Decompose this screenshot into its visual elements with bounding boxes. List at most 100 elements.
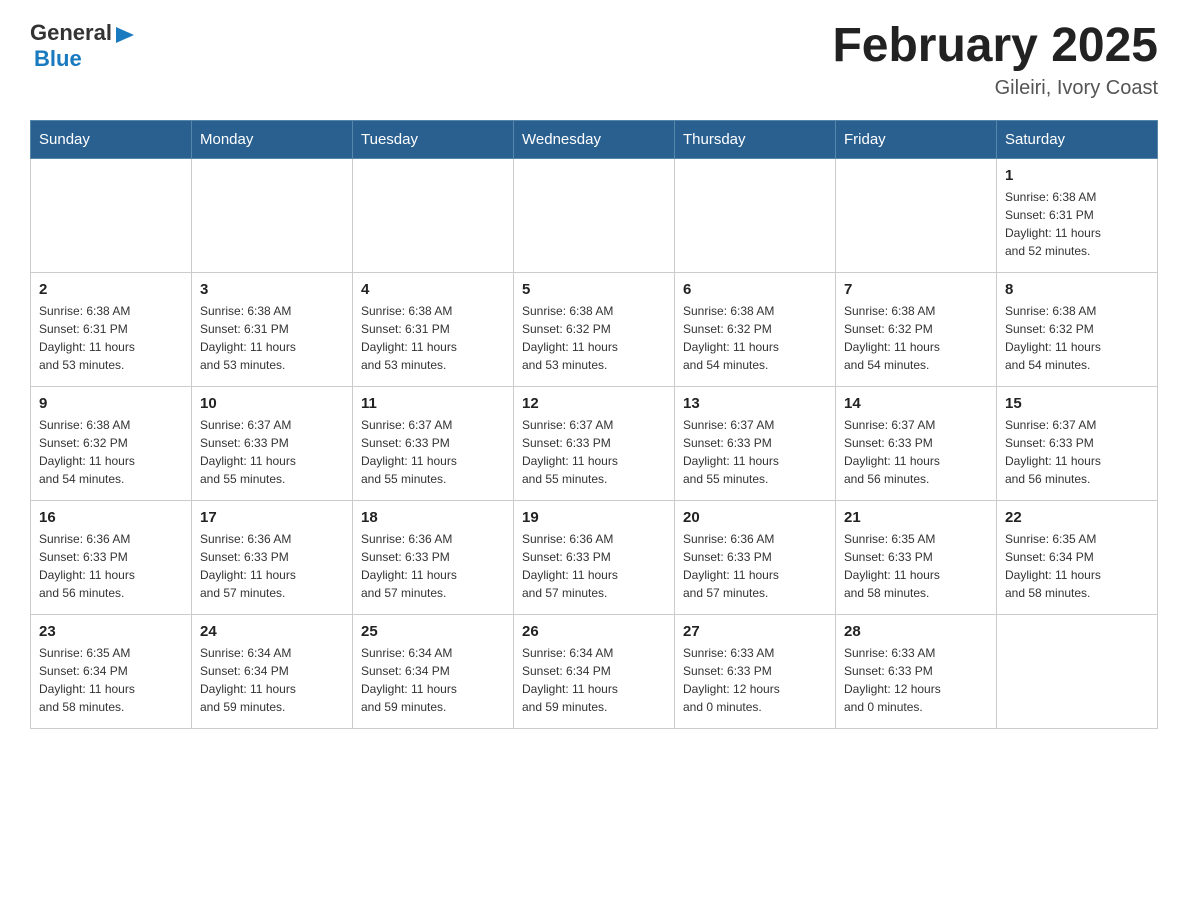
- calendar-day-cell: 2 Sunrise: 6:38 AM Sunset: 6:31 PM Daylig…: [31, 272, 192, 386]
- day-info: Sunrise: 6:33 AM Sunset: 6:33 PM Dayligh…: [683, 644, 827, 716]
- calendar-day-cell: [675, 158, 836, 272]
- day-number: 21: [844, 509, 988, 526]
- calendar-day-cell: 7Sunrise: 6:38 AM Sunset: 6:32 PM Daylig…: [836, 272, 997, 386]
- calendar-day-cell: [353, 158, 514, 272]
- calendar-day-cell: [31, 158, 192, 272]
- calendar-day-cell: [514, 158, 675, 272]
- day-number: 8: [1005, 281, 1149, 298]
- logo-general-text: General: [30, 20, 112, 46]
- day-number: 22: [1005, 509, 1149, 526]
- calendar-day-cell: 12 Sunrise: 6:37 AM Sunset: 6:33 PM Dayli…: [514, 386, 675, 500]
- calendar-day-cell: [997, 614, 1158, 728]
- day-info: Sunrise: 6:37 AM Sunset: 6:33 PM Dayligh…: [361, 416, 505, 488]
- day-number: 11: [361, 395, 505, 412]
- calendar-day-cell: 11 Sunrise: 6:37 AM Sunset: 6:33 PM Dayli…: [353, 386, 514, 500]
- day-number: 23: [39, 623, 183, 640]
- calendar-day-cell: 24Sunrise: 6:34 AM Sunset: 6:34 PM Dayli…: [192, 614, 353, 728]
- day-info: Sunrise: 6:33 AM Sunset: 6:33 PM Dayligh…: [844, 644, 988, 716]
- day-info: Sunrise: 6:37 AM Sunset: 6:33 PM Dayligh…: [200, 416, 344, 488]
- calendar-day-cell: 28 Sunrise: 6:33 AM Sunset: 6:33 PM Dayli…: [836, 614, 997, 728]
- day-number: 12: [522, 395, 666, 412]
- day-info: Sunrise: 6:38 AM Sunset: 6:31 PM Dayligh…: [39, 302, 183, 374]
- day-info: Sunrise: 6:38 AM Sunset: 6:32 PM Dayligh…: [1005, 302, 1149, 374]
- day-of-week-header: Wednesday: [514, 120, 675, 158]
- calendar-day-cell: 23 Sunrise: 6:35 AM Sunset: 6:34 PM Dayli…: [31, 614, 192, 728]
- calendar-week-row: 9 Sunrise: 6:38 AM Sunset: 6:32 PM Daylig…: [31, 386, 1158, 500]
- calendar-day-cell: 15 Sunrise: 6:37 AM Sunset: 6:33 PM Dayli…: [997, 386, 1158, 500]
- month-title: February 2025: [832, 20, 1158, 73]
- day-info: Sunrise: 6:34 AM Sunset: 6:34 PM Dayligh…: [361, 644, 505, 716]
- day-info: Sunrise: 6:35 AM Sunset: 6:34 PM Dayligh…: [1005, 530, 1149, 602]
- day-info: Sunrise: 6:37 AM Sunset: 6:33 PM Dayligh…: [683, 416, 827, 488]
- day-info: Sunrise: 6:36 AM Sunset: 6:33 PM Dayligh…: [361, 530, 505, 602]
- day-of-week-header: Tuesday: [353, 120, 514, 158]
- day-info: Sunrise: 6:35 AM Sunset: 6:34 PM Dayligh…: [39, 644, 183, 716]
- calendar-table: SundayMondayTuesdayWednesdayThursdayFrid…: [30, 120, 1158, 729]
- day-number: 5: [522, 281, 666, 298]
- day-number: 13: [683, 395, 827, 412]
- day-info: Sunrise: 6:36 AM Sunset: 6:33 PM Dayligh…: [522, 530, 666, 602]
- calendar-day-cell: 22 Sunrise: 6:35 AM Sunset: 6:34 PM Dayli…: [997, 500, 1158, 614]
- day-info: Sunrise: 6:38 AM Sunset: 6:32 PM Dayligh…: [683, 302, 827, 374]
- day-number: 2: [39, 281, 183, 298]
- day-info: Sunrise: 6:37 AM Sunset: 6:33 PM Dayligh…: [1005, 416, 1149, 488]
- calendar-day-cell: [192, 158, 353, 272]
- title-block: February 2025 Gileiri, Ivory Coast: [832, 20, 1158, 100]
- day-number: 16: [39, 509, 183, 526]
- day-number: 19: [522, 509, 666, 526]
- day-info: Sunrise: 6:36 AM Sunset: 6:33 PM Dayligh…: [39, 530, 183, 602]
- calendar-day-cell: 21Sunrise: 6:35 AM Sunset: 6:33 PM Dayli…: [836, 500, 997, 614]
- day-info: Sunrise: 6:38 AM Sunset: 6:32 PM Dayligh…: [39, 416, 183, 488]
- day-info: Sunrise: 6:38 AM Sunset: 6:32 PM Dayligh…: [522, 302, 666, 374]
- calendar-day-cell: 4 Sunrise: 6:38 AM Sunset: 6:31 PM Daylig…: [353, 272, 514, 386]
- day-number: 20: [683, 509, 827, 526]
- calendar-week-row: 2 Sunrise: 6:38 AM Sunset: 6:31 PM Daylig…: [31, 272, 1158, 386]
- calendar-week-row: 1 Sunrise: 6:38 AM Sunset: 6:31 PM Daylig…: [31, 158, 1158, 272]
- day-number: 10: [200, 395, 344, 412]
- day-number: 18: [361, 509, 505, 526]
- calendar-header-row: SundayMondayTuesdayWednesdayThursdayFrid…: [31, 120, 1158, 158]
- calendar-day-cell: 10 Sunrise: 6:37 AM Sunset: 6:33 PM Dayli…: [192, 386, 353, 500]
- calendar-day-cell: 17 Sunrise: 6:36 AM Sunset: 6:33 PM Dayli…: [192, 500, 353, 614]
- day-info: Sunrise: 6:38 AM Sunset: 6:31 PM Dayligh…: [361, 302, 505, 374]
- page-header: General Blue February 2025 Gileiri, Ivor…: [30, 20, 1158, 100]
- day-info: Sunrise: 6:34 AM Sunset: 6:34 PM Dayligh…: [200, 644, 344, 716]
- day-number: 9: [39, 395, 183, 412]
- day-info: Sunrise: 6:37 AM Sunset: 6:33 PM Dayligh…: [844, 416, 988, 488]
- day-of-week-header: Friday: [836, 120, 997, 158]
- day-number: 25: [361, 623, 505, 640]
- day-of-week-header: Thursday: [675, 120, 836, 158]
- calendar-day-cell: 14 Sunrise: 6:37 AM Sunset: 6:33 PM Dayli…: [836, 386, 997, 500]
- calendar-day-cell: 9 Sunrise: 6:38 AM Sunset: 6:32 PM Daylig…: [31, 386, 192, 500]
- day-of-week-header: Sunday: [31, 120, 192, 158]
- calendar-week-row: 23 Sunrise: 6:35 AM Sunset: 6:34 PM Dayli…: [31, 614, 1158, 728]
- calendar-day-cell: 19 Sunrise: 6:36 AM Sunset: 6:33 PM Dayli…: [514, 500, 675, 614]
- calendar-day-cell: 13 Sunrise: 6:37 AM Sunset: 6:33 PM Dayli…: [675, 386, 836, 500]
- calendar-day-cell: 5 Sunrise: 6:38 AM Sunset: 6:32 PM Daylig…: [514, 272, 675, 386]
- day-number: 6: [683, 281, 827, 298]
- day-info: Sunrise: 6:38 AM Sunset: 6:31 PM Dayligh…: [1005, 188, 1149, 260]
- logo-arrow-icon: [114, 23, 136, 45]
- day-number: 4: [361, 281, 505, 298]
- calendar-week-row: 16 Sunrise: 6:36 AM Sunset: 6:33 PM Dayli…: [31, 500, 1158, 614]
- day-number: 28: [844, 623, 988, 640]
- logo-blue-text: Blue: [34, 46, 82, 71]
- location-subtitle: Gileiri, Ivory Coast: [832, 77, 1158, 100]
- day-number: 26: [522, 623, 666, 640]
- day-number: 17: [200, 509, 344, 526]
- calendar-day-cell: 6 Sunrise: 6:38 AM Sunset: 6:32 PM Daylig…: [675, 272, 836, 386]
- calendar-day-cell: 3Sunrise: 6:38 AM Sunset: 6:31 PM Daylig…: [192, 272, 353, 386]
- day-number: 1: [1005, 167, 1149, 184]
- day-number: 27: [683, 623, 827, 640]
- day-of-week-header: Saturday: [997, 120, 1158, 158]
- day-info: Sunrise: 6:36 AM Sunset: 6:33 PM Dayligh…: [200, 530, 344, 602]
- day-info: Sunrise: 6:37 AM Sunset: 6:33 PM Dayligh…: [522, 416, 666, 488]
- calendar-day-cell: 25 Sunrise: 6:34 AM Sunset: 6:34 PM Dayli…: [353, 614, 514, 728]
- day-number: 14: [844, 395, 988, 412]
- day-number: 15: [1005, 395, 1149, 412]
- calendar-day-cell: 26Sunrise: 6:34 AM Sunset: 6:34 PM Dayli…: [514, 614, 675, 728]
- calendar-day-cell: 1 Sunrise: 6:38 AM Sunset: 6:31 PM Daylig…: [997, 158, 1158, 272]
- calendar-day-cell: 20Sunrise: 6:36 AM Sunset: 6:33 PM Dayli…: [675, 500, 836, 614]
- day-of-week-header: Monday: [192, 120, 353, 158]
- calendar-day-cell: 16 Sunrise: 6:36 AM Sunset: 6:33 PM Dayli…: [31, 500, 192, 614]
